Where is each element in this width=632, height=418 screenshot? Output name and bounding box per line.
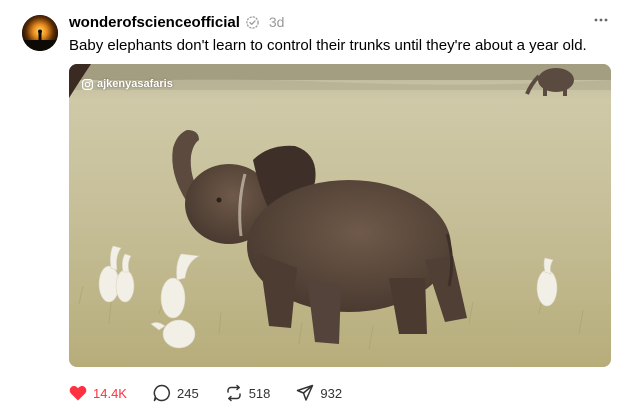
like-button[interactable]: 14.4K: [69, 384, 127, 402]
comment-button[interactable]: 245: [153, 384, 199, 402]
post-time[interactable]: 3d: [269, 14, 285, 30]
post-caption: Baby elephants don't learn to control th…: [69, 37, 587, 54]
avatar[interactable]: [22, 15, 58, 51]
comment-icon: [153, 384, 171, 402]
share-icon: [296, 384, 314, 402]
username[interactable]: wonderofscienceofficial: [69, 14, 240, 31]
post-actions: 14.4K 245 518 932: [69, 382, 368, 404]
repost-button[interactable]: 518: [225, 384, 271, 402]
share-button[interactable]: 932: [296, 384, 342, 402]
verified-icon: [246, 15, 259, 29]
like-count: 14.4K: [93, 385, 127, 401]
instagram-icon: [82, 78, 93, 90]
video-watermark: ajkenyasafaris: [82, 78, 173, 90]
post-header: wonderofscienceofficial 3d: [69, 12, 284, 32]
heart-icon: [69, 384, 87, 402]
thread-post: wonderofscienceofficial 3d Baby elephant…: [0, 0, 632, 418]
watermark-text: ajkenyasafaris: [97, 78, 173, 90]
repost-icon: [225, 384, 243, 402]
comment-count: 245: [176, 385, 199, 401]
share-count: 932: [320, 385, 343, 401]
more-icon: [594, 18, 608, 22]
video-frame: [69, 64, 611, 367]
post-video[interactable]: ajkenyasafaris: [69, 64, 611, 367]
more-options-button[interactable]: [591, 13, 611, 27]
repost-count: 518: [248, 385, 271, 401]
